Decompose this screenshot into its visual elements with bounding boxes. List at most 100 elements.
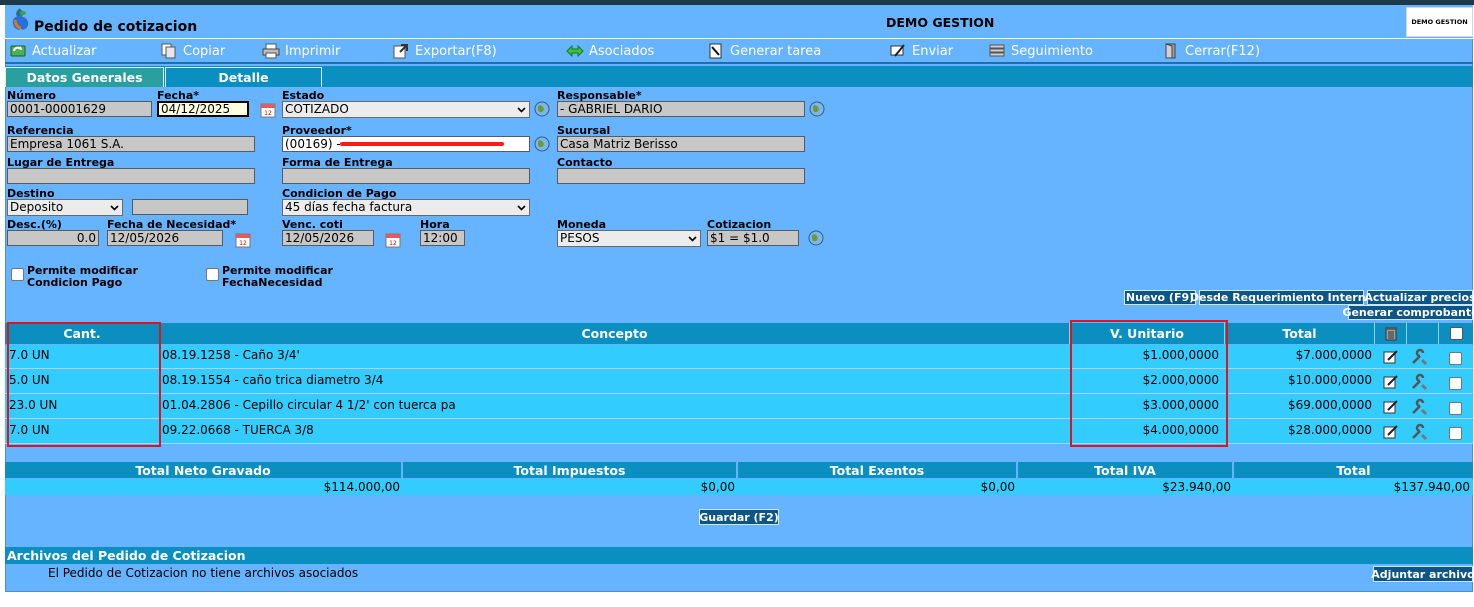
totals-value-iva: $23.940,00 — [1018, 479, 1234, 495]
fecha-field[interactable]: 04/12/2025 — [157, 101, 249, 117]
numero-field[interactable]: 0001-00001629 — [7, 101, 152, 117]
contacto-field[interactable] — [557, 168, 805, 184]
row-checkbox[interactable] — [1449, 427, 1462, 440]
hora-field[interactable]: 12:00 — [420, 230, 465, 246]
associated-icon — [566, 44, 584, 58]
row-total: $69.000,0000 — [1288, 398, 1372, 412]
grid-header-delete[interactable] — [1375, 323, 1407, 344]
edit-icon[interactable] — [1382, 348, 1400, 366]
world-icon[interactable] — [533, 135, 551, 153]
select-all-checkbox[interactable] — [1449, 327, 1463, 340]
row-concepto: 08.19.1554 - caño trica diametro 3/4 — [162, 373, 384, 387]
fecha-necesidad-field[interactable]: 12/05/2026 — [107, 230, 223, 246]
tools-icon[interactable] — [1410, 423, 1428, 441]
permite-modificar-condicion-checkbox[interactable] — [11, 268, 24, 281]
descuento-field[interactable]: 0.0 — [7, 230, 99, 246]
redaction-mark — [340, 142, 504, 146]
totals-header-exentos: Total Exentos — [738, 462, 1018, 478]
chevron-down-icon — [517, 205, 526, 211]
grid-header-label: Concepto — [581, 326, 648, 341]
send-icon — [890, 44, 905, 57]
totals-header-label: Total Impuestos — [513, 462, 626, 478]
permite-modificar-fecha-checkbox[interactable] — [206, 268, 219, 281]
toolbar-label: Actualizar — [32, 43, 97, 59]
toolbar-actualizar-button[interactable]: Actualizar — [9, 43, 96, 59]
toolbar-generar-tarea-button[interactable]: Generar tarea — [707, 43, 821, 59]
toolbar-imprimir-button[interactable]: Imprimir — [262, 43, 340, 59]
toolbar-copiar-button[interactable]: Copiar — [160, 43, 225, 59]
responsable-field[interactable]: - GABRIEL DARIO — [557, 101, 805, 117]
refresh-icon — [10, 45, 26, 57]
venc-coti-field[interactable]: 12/05/2026 — [282, 230, 374, 246]
proveedor-field[interactable]: (00169) - — [282, 136, 530, 152]
toolbar-cerrar-button[interactable]: Cerrar(F12) — [1162, 43, 1260, 59]
moneda-select[interactable]: PESOS — [557, 230, 701, 247]
guardar-button[interactable]: Guardar (F2) — [699, 509, 779, 525]
archivos-section-title: Archivos del Pedido de Cotizacion — [5, 547, 1473, 564]
row-checkbox[interactable] — [1449, 352, 1462, 365]
toolbar-label: Asociados — [589, 43, 655, 59]
tab-label: Datos Generales — [26, 70, 143, 85]
desde-requerimiento-button[interactable]: Desde Requerimiento Interno — [1190, 290, 1373, 305]
toolbar-label: Copiar — [183, 43, 226, 59]
tab-detalle[interactable]: Detalle — [165, 67, 322, 87]
company-name: DEMO GESTION — [886, 15, 995, 30]
edit-icon[interactable] — [1382, 373, 1400, 391]
destino-select[interactable]: Deposito — [7, 199, 123, 216]
toolbar-label: Exportar(F8) — [415, 43, 497, 59]
toolbar-label: Generar tarea — [730, 43, 822, 59]
toolbar-label: Seguimiento — [1011, 43, 1093, 59]
destino-extra-field[interactable] — [132, 199, 248, 215]
row-checkbox[interactable] — [1449, 377, 1462, 390]
grid-header-blank — [1407, 323, 1439, 344]
nuevo-button[interactable]: Nuevo (F9) — [1124, 290, 1196, 305]
actualizar-precios-button[interactable]: Actualizar precios — [1364, 290, 1474, 305]
permite-modificar-condicion-label: Permite modificar Condicion Pago — [27, 265, 138, 289]
world-icon[interactable] — [808, 100, 826, 118]
tools-icon[interactable] — [1410, 348, 1428, 366]
app-logo-icon — [9, 8, 31, 32]
close-door-icon — [1165, 43, 1176, 59]
toolbar-enviar-button[interactable]: Enviar — [889, 43, 953, 59]
toolbar-asociados-button[interactable]: Asociados — [566, 43, 654, 59]
condicion-pago-select[interactable]: 45 días fecha factura — [282, 199, 530, 216]
row-cant: 7.0 UN — [9, 348, 50, 362]
sucursal-field[interactable]: Casa Matriz Berisso — [557, 136, 805, 152]
totals-header-impuestos: Total Impuestos — [403, 462, 738, 478]
calendar-icon[interactable]: 12 — [234, 231, 252, 249]
totals-value-neto: $114.000,00 — [5, 479, 403, 495]
totals-value-exentos: $0,00 — [738, 479, 1018, 495]
toolbar-exportar-button[interactable]: Exportar(F8) — [392, 43, 497, 59]
printer-icon — [262, 43, 280, 59]
grid-header-select-all[interactable] — [1439, 323, 1473, 344]
chevron-down-icon — [688, 236, 697, 242]
lugar-entrega-field[interactable] — [7, 168, 255, 184]
trash-icon — [1384, 327, 1397, 341]
toolbar-seguimiento-button[interactable]: Seguimiento — [988, 43, 1093, 59]
page: Pedido de cotizacion DEMO GESTION DEMO G… — [0, 0, 1474, 607]
estado-select[interactable]: COTIZADO — [282, 101, 530, 118]
destino-value: Deposito — [10, 200, 64, 214]
generar-comprobante-button[interactable]: Generar comprobante — [1342, 305, 1474, 320]
svg-text:12: 12 — [389, 240, 397, 247]
world-icon[interactable] — [533, 100, 551, 118]
tools-icon[interactable] — [1410, 398, 1428, 416]
cotizacion-field[interactable]: $1 = $1.0 — [707, 230, 799, 246]
toolbar-label: Imprimir — [285, 43, 341, 59]
calendar-icon[interactable]: 12 — [259, 101, 277, 119]
forma-entrega-field[interactable] — [282, 168, 530, 184]
tab-datos-generales[interactable]: Datos Generales — [5, 67, 164, 87]
adjuntar-archivo-button[interactable]: Adjuntar archivo — [1371, 566, 1474, 582]
row-checkbox[interactable] — [1449, 402, 1462, 415]
edit-icon[interactable] — [1382, 423, 1400, 441]
tab-label: Detalle — [218, 70, 269, 85]
world-icon[interactable] — [807, 229, 825, 247]
referencia-field[interactable]: Empresa 1061 S.A. — [7, 136, 255, 152]
proveedor-value: (00169) - — [285, 137, 341, 151]
edit-icon[interactable] — [1382, 398, 1400, 416]
calendar-icon[interactable]: 12 — [384, 231, 402, 249]
copy-icon — [161, 43, 176, 59]
svg-text:12: 12 — [239, 240, 247, 247]
checkbox-label-line: FechaNecesidad — [222, 276, 323, 289]
tools-icon[interactable] — [1410, 373, 1428, 391]
